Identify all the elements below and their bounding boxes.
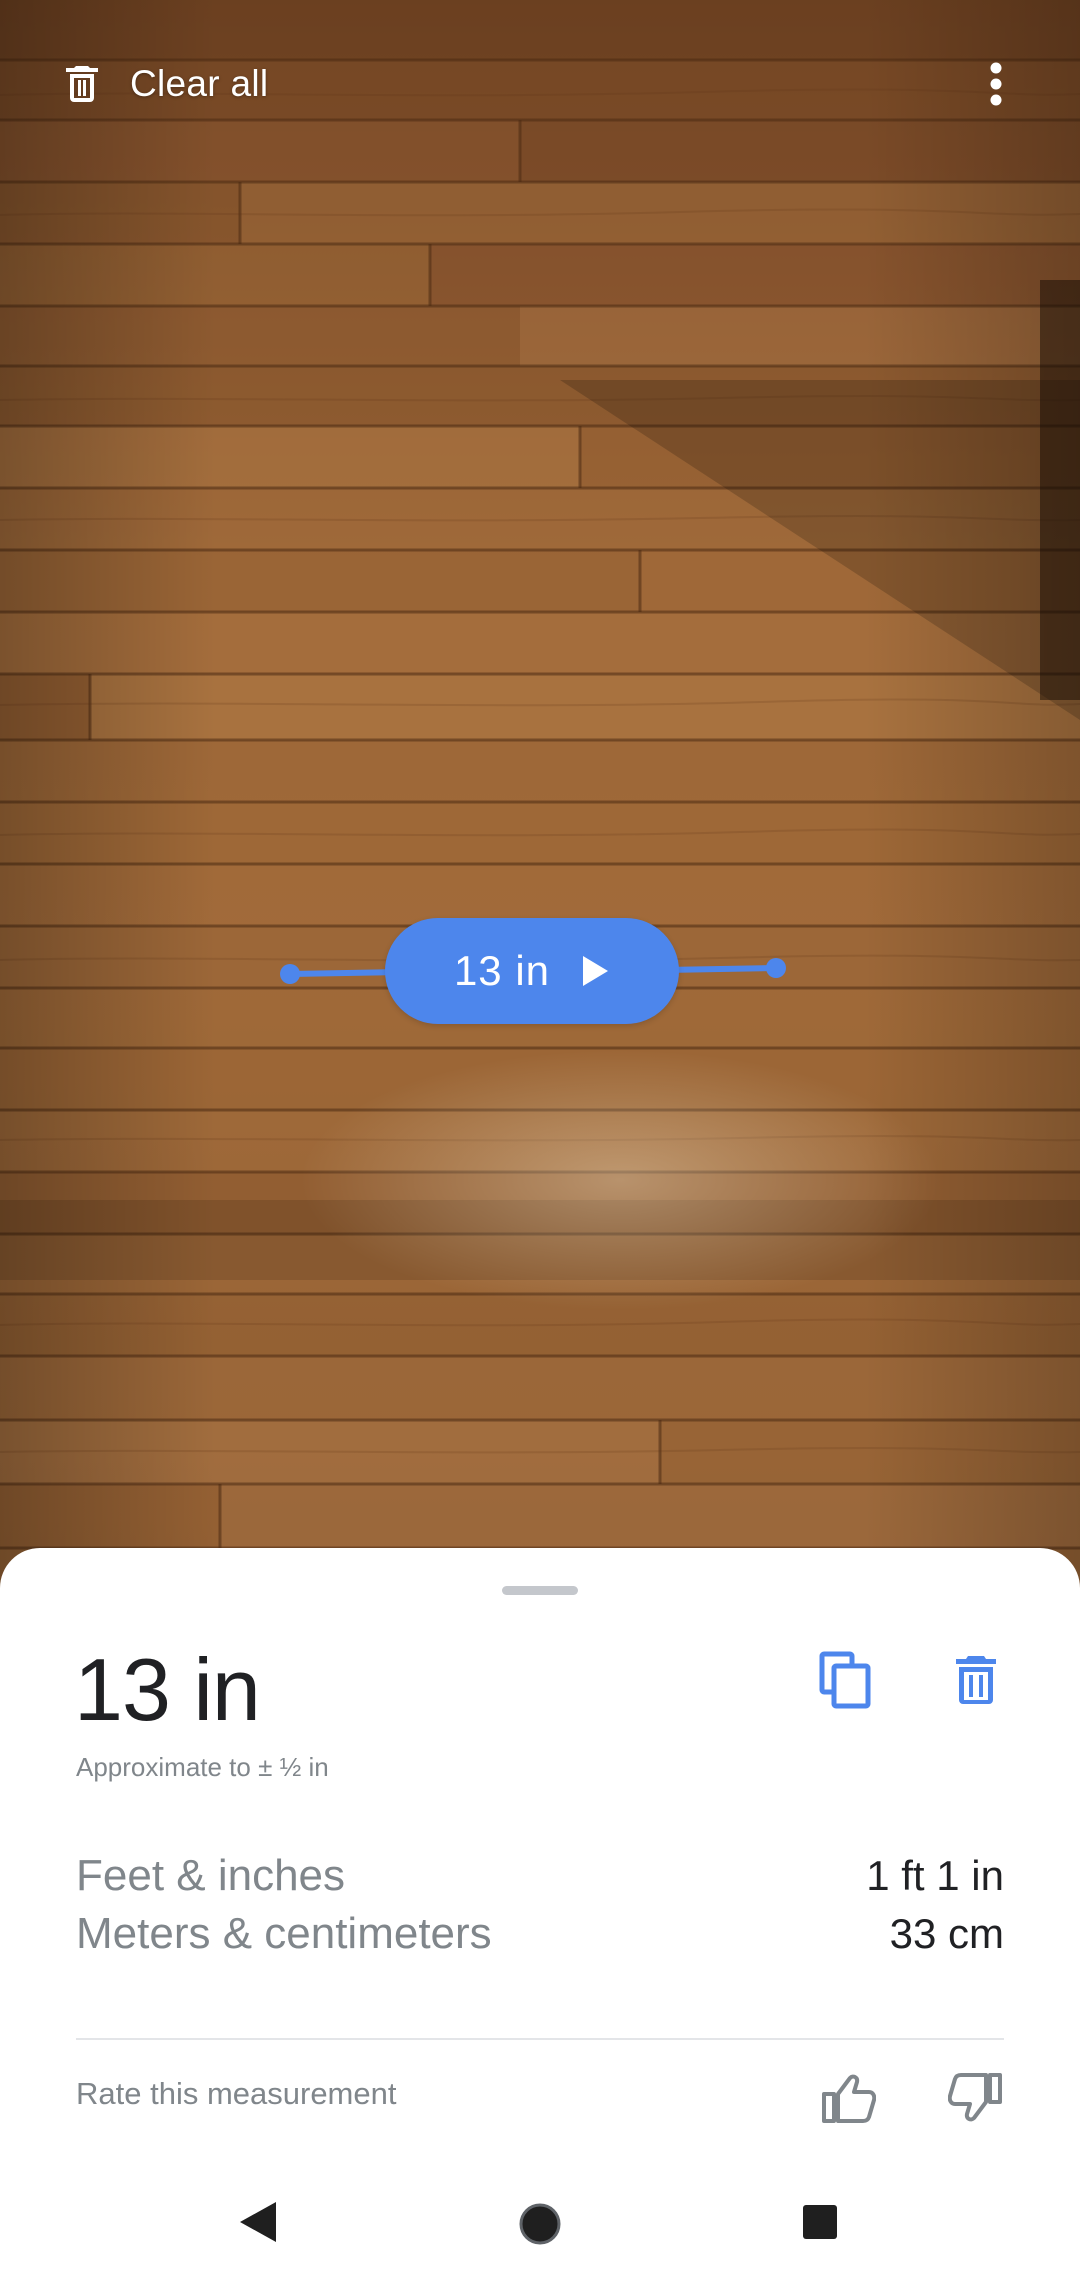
- back-triangle-icon: [240, 2202, 276, 2242]
- thumb-down-icon: [947, 2073, 1002, 2122]
- conversion-label: Feet & inches: [76, 1851, 346, 1900]
- camera-view-wood-floor[interactable]: [0, 0, 1080, 1600]
- nav-recents-button[interactable]: [802, 2204, 838, 2240]
- home-circle-icon: [519, 2203, 561, 2245]
- conversion-value: 1 ft 1 in: [866, 1852, 1004, 1899]
- conversion-label: Meters & centimeters: [76, 1909, 492, 1958]
- conversion-row-feet-inches: Feet & inches 1 ft 1 in: [76, 1848, 1004, 1904]
- measurement-label-pill[interactable]: 13 in: [385, 918, 679, 1024]
- trash-icon: [956, 1656, 996, 1704]
- measurement-pill-value: 13 in: [453, 947, 551, 994]
- thumb-down-button[interactable]: [947, 2072, 1004, 2124]
- thumb-up-button[interactable]: [820, 2072, 877, 2124]
- more-options-button[interactable]: [970, 56, 1022, 112]
- more-vert-icon: [990, 62, 1002, 106]
- divider: [76, 2038, 1004, 2040]
- recents-square-icon: [803, 2205, 837, 2239]
- approximation-text: Approximate to ± ½ in: [76, 1752, 329, 1782]
- copy-button[interactable]: [818, 1650, 874, 1710]
- top-bar: Clear all: [0, 0, 1080, 170]
- app-screen: Clear all 13 in 13 in Approximate to ± ½…: [0, 0, 1080, 2280]
- copy-icon: [819, 1651, 871, 1709]
- system-nav-bar: [0, 2170, 1080, 2280]
- conversion-row-meters-centimeters: Meters & centimeters 33 cm: [76, 1906, 1004, 1962]
- delete-measurement-button[interactable]: [952, 1652, 1000, 1708]
- measurement-value: 13 in: [74, 1640, 261, 1739]
- trash-icon: [66, 66, 98, 102]
- conversion-value: 33 cm: [889, 1910, 1004, 1957]
- rate-measurement-label: Rate this measurement: [76, 2076, 397, 2111]
- thumb-up-icon: [822, 2074, 877, 2123]
- sheet-drag-handle[interactable]: [502, 1586, 578, 1595]
- clear-all-button[interactable]: Clear all: [58, 56, 268, 112]
- nav-back-button[interactable]: [238, 2200, 278, 2244]
- clear-all-label: Clear all: [130, 63, 269, 104]
- play-arrow-icon: [583, 956, 609, 986]
- nav-home-button[interactable]: [518, 2202, 562, 2246]
